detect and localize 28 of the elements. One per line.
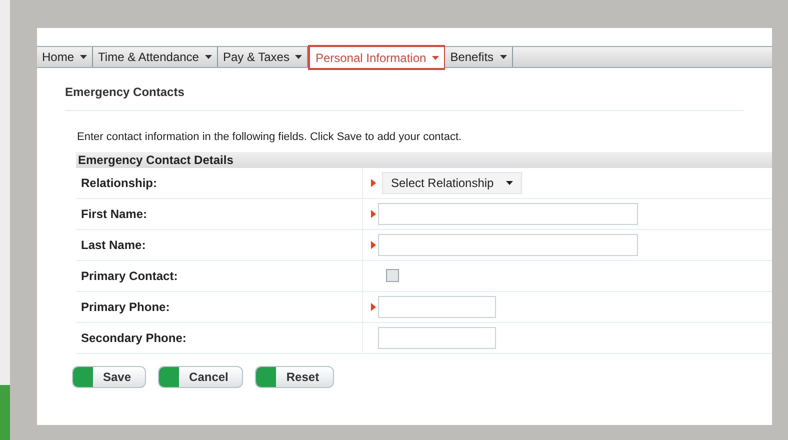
field-label: Primary Phone: bbox=[81, 298, 170, 316]
field-label: Relationship: bbox=[81, 174, 158, 192]
instructions-text: Enter contact information in the following fields. Click Save to add your contact. bbox=[77, 130, 463, 145]
field-label: Last Name: bbox=[81, 236, 146, 254]
field-label: Primary Contact: bbox=[81, 268, 178, 284]
page-title: Emergency Contacts bbox=[65, 85, 184, 99]
caret-icon bbox=[204, 55, 212, 59]
caret-icon bbox=[80, 55, 88, 59]
action-button[interactable]: Reset bbox=[255, 366, 334, 388]
field-label: First Name: bbox=[81, 206, 148, 222]
action-button[interactable]: Cancel bbox=[158, 366, 244, 388]
input-field[interactable] bbox=[378, 234, 638, 256]
input-field[interactable] bbox=[378, 202, 638, 224]
menu-tab[interactable]: Time & Attendance bbox=[93, 47, 218, 67]
caret-icon bbox=[500, 55, 507, 59]
checkbox[interactable] bbox=[386, 269, 399, 282]
input-field[interactable] bbox=[378, 296, 496, 318]
menu-tab[interactable]: Benefits bbox=[445, 47, 513, 67]
caret-icon bbox=[295, 55, 302, 59]
caret-icon bbox=[506, 180, 513, 184]
action-button[interactable]: Save bbox=[72, 366, 146, 388]
menu-tab[interactable]: Personal Information bbox=[308, 45, 446, 70]
section-header: Emergency Contact Details bbox=[76, 152, 772, 168]
field-label: Secondary Phone: bbox=[81, 330, 186, 346]
caret-icon bbox=[432, 56, 440, 60]
input-field[interactable] bbox=[378, 326, 496, 348]
relationship-dropdown[interactable]: Select Relationship bbox=[382, 172, 522, 194]
menu-tab[interactable]: Home bbox=[37, 47, 94, 67]
